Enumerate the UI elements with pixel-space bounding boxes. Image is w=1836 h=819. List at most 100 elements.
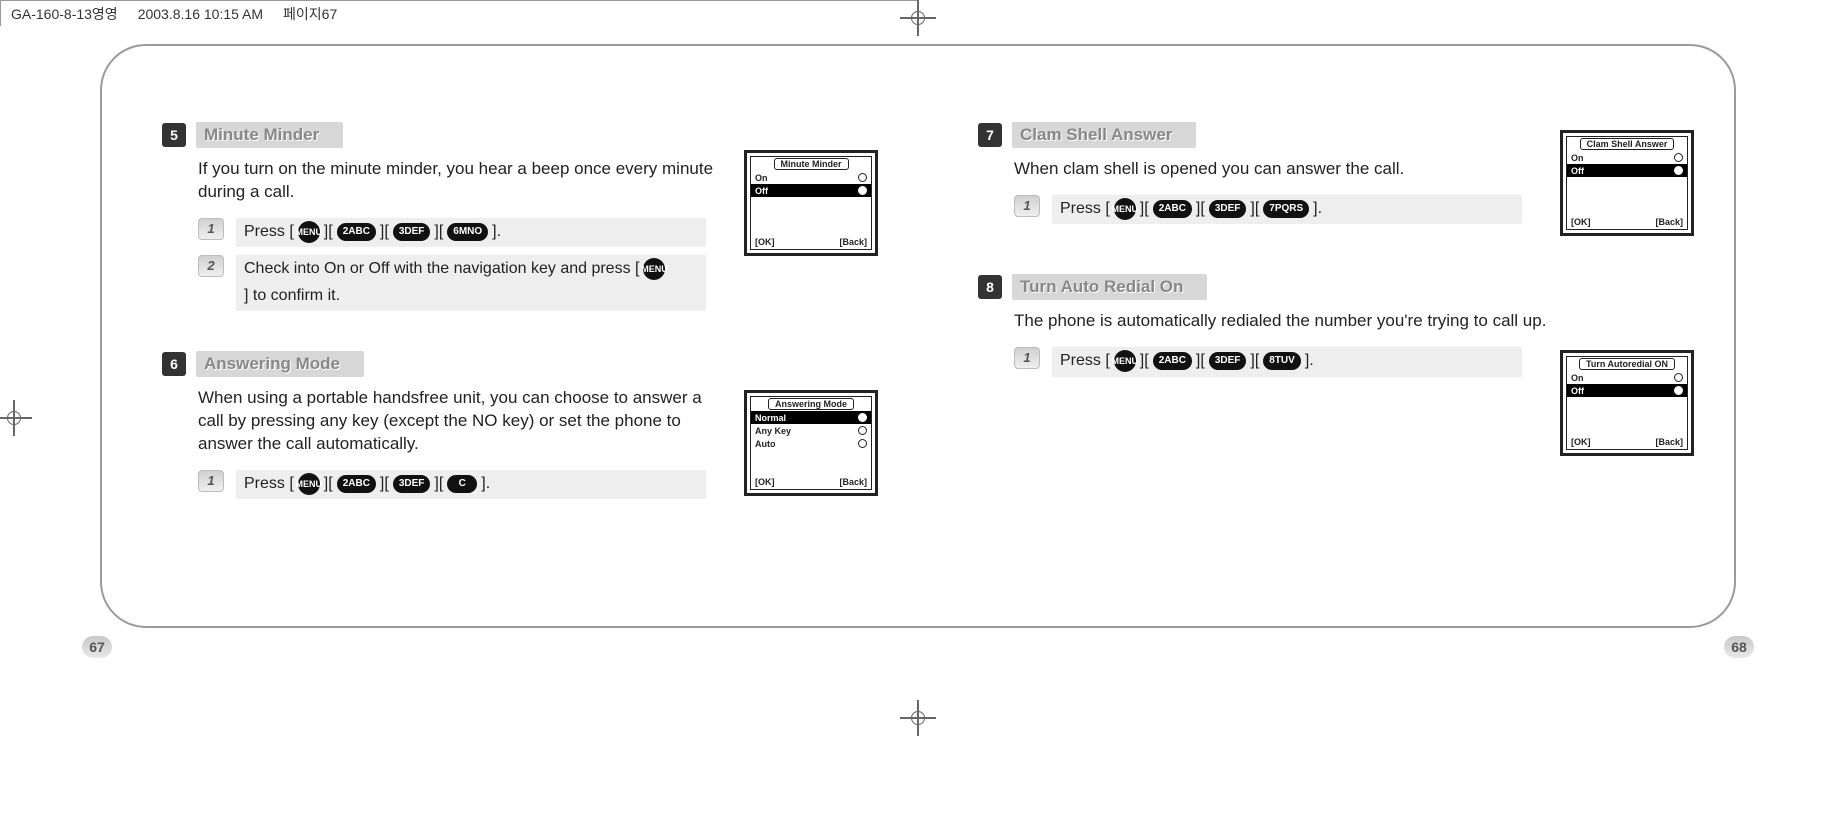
section-header: 5 Minute Minder (162, 122, 858, 148)
section-title-wrap: Answering Mode (196, 351, 364, 377)
text: ][ (324, 473, 333, 495)
header-page-marker: 페이지67 (283, 4, 337, 24)
step-number: 1 (198, 218, 224, 240)
text: ][ (324, 221, 333, 243)
softkey-back: [Back] (1655, 217, 1683, 227)
text: ]. (492, 221, 501, 243)
key-2abc-icon: 2ABC (1153, 200, 1192, 218)
phone-screen-auto-redial: Turn Autoredial ON On Off [OK][Back] (1560, 350, 1694, 456)
screen-title: Minute Minder (774, 158, 849, 170)
step-number: 2 (198, 255, 224, 277)
print-header: GA-160-8-13영영 2003.8.16 10:15 AM 페이지67 (0, 0, 918, 26)
step-text: Press [ MENU ][ 2ABC ][ 3DEF ][ 6MNO ]. (236, 218, 706, 247)
key-menu-icon: MENU (1114, 350, 1136, 372)
phone-screen-answering-mode: Answering Mode Normal Any Key Auto [OK][… (744, 390, 878, 496)
text: ][ (380, 221, 389, 243)
page-number-value: 68 (1724, 636, 1754, 658)
softkey-ok: [OK] (1571, 437, 1591, 447)
text: ][ (1250, 350, 1259, 372)
section-number: 6 (162, 352, 186, 376)
text: ][ (1196, 198, 1205, 220)
section-auto-redial: 8 Turn Auto Redial On The phone is autom… (978, 274, 1674, 376)
screen-option: On (1571, 373, 1584, 383)
radio-checked-icon (1674, 166, 1683, 175)
key-6mno-icon: 6MNO (447, 223, 488, 241)
softkey-ok: [OK] (755, 477, 775, 487)
text: ][ (380, 473, 389, 495)
section-title: Answering Mode (204, 354, 340, 373)
radio-checked-icon (858, 413, 867, 422)
key-c-icon: C (447, 475, 477, 493)
registration-mark-bottom (900, 700, 936, 736)
key-2abc-icon: 2ABC (337, 475, 376, 493)
page-number-left: 67 (82, 636, 112, 658)
softkey-back: [Back] (839, 237, 867, 247)
manual-spread: 5 Minute Minder If you turn on the minut… (100, 44, 1736, 628)
key-menu-icon: MENU (1114, 198, 1136, 220)
section-number: 8 (978, 275, 1002, 299)
section-clam-shell-answer: 7 Clam Shell Answer When clam shell is o… (978, 122, 1674, 224)
softkey-ok: [OK] (1571, 217, 1591, 227)
step-number: 1 (1014, 347, 1040, 369)
registration-mark-left (0, 400, 32, 436)
page-left: 5 Minute Minder If you turn on the minut… (102, 46, 918, 626)
step-text: Check into On or Off with the navigation… (236, 255, 706, 311)
key-3def-icon: 3DEF (393, 475, 431, 493)
phone-screen-minute-minder: Minute Minder On Off [OK] [Back] (744, 150, 878, 256)
text: ][ (1140, 350, 1149, 372)
screen-option: On (755, 173, 768, 183)
key-menu-icon: MENU (298, 221, 320, 243)
section-title-wrap: Minute Minder (196, 122, 343, 148)
screen-option: Off (755, 186, 768, 196)
key-menu-icon: MENU (298, 473, 320, 495)
section-number: 5 (162, 123, 186, 147)
screen-option: Auto (755, 439, 776, 449)
section-header: 8 Turn Auto Redial On (978, 274, 1674, 300)
screen-title: Clam Shell Answer (1580, 138, 1675, 150)
text: Press [ (244, 221, 294, 243)
screen-option: On (1571, 153, 1584, 163)
screen-option: Normal (755, 413, 786, 423)
section-title-wrap: Clam Shell Answer (1012, 122, 1196, 148)
step-text: Press [ MENU ][ 2ABC ][ 3DEF ][ C ]. (236, 470, 706, 499)
section-minute-minder: 5 Minute Minder If you turn on the minut… (162, 122, 858, 311)
step-number: 1 (1014, 195, 1040, 217)
registration-mark-top (900, 0, 936, 36)
section-title: Turn Auto Redial On (1020, 277, 1183, 296)
text: ][ (434, 221, 443, 243)
step-row: 2 Check into On or Off with the navigati… (198, 255, 858, 311)
section-header: 6 Answering Mode (162, 351, 858, 377)
radio-icon (858, 426, 867, 435)
header-file: GA-160-8-13영영 (11, 4, 118, 24)
key-2abc-icon: 2ABC (1153, 352, 1192, 370)
softkey-back: [Back] (1655, 437, 1683, 447)
text: ][ (1196, 350, 1205, 372)
key-3def-icon: 3DEF (393, 223, 431, 241)
text: ][ (1250, 198, 1259, 220)
text: ] to confirm it. (244, 285, 340, 307)
section-title-wrap: Turn Auto Redial On (1012, 274, 1207, 300)
screen-option: Any Key (755, 426, 791, 436)
section-desc: When clam shell is opened you can answer… (1014, 158, 1534, 181)
key-3def-icon: 3DEF (1209, 352, 1247, 370)
section-desc: When using a portable handsfree unit, yo… (198, 387, 718, 456)
section-answering-mode: 6 Answering Mode When using a portable h… (162, 351, 858, 499)
section-number: 7 (978, 123, 1002, 147)
phone-screen-clam-shell: Clam Shell Answer On Off [OK][Back] (1560, 130, 1694, 236)
text: Press [ (1060, 350, 1110, 372)
section-title: Minute Minder (204, 125, 319, 144)
softkey-ok: [OK] (755, 237, 775, 247)
page-number-value: 67 (82, 636, 112, 658)
radio-checked-icon (858, 186, 867, 195)
header-date: 2003.8.16 10:15 AM (138, 6, 263, 22)
screen-title: Answering Mode (768, 398, 854, 410)
key-8tuv-icon: 8TUV (1263, 352, 1301, 370)
key-3def-icon: 3DEF (1209, 200, 1247, 218)
text: Check into On or Off with the navigation… (244, 258, 639, 280)
section-title: Clam Shell Answer (1020, 125, 1172, 144)
section-desc: The phone is automatically redialed the … (1014, 310, 1654, 333)
text: Press [ (1060, 198, 1110, 220)
radio-icon (1674, 153, 1683, 162)
radio-icon (858, 439, 867, 448)
step-text: Press [ MENU ][ 2ABC ][ 3DEF ][ 8TUV ]. (1052, 347, 1522, 376)
